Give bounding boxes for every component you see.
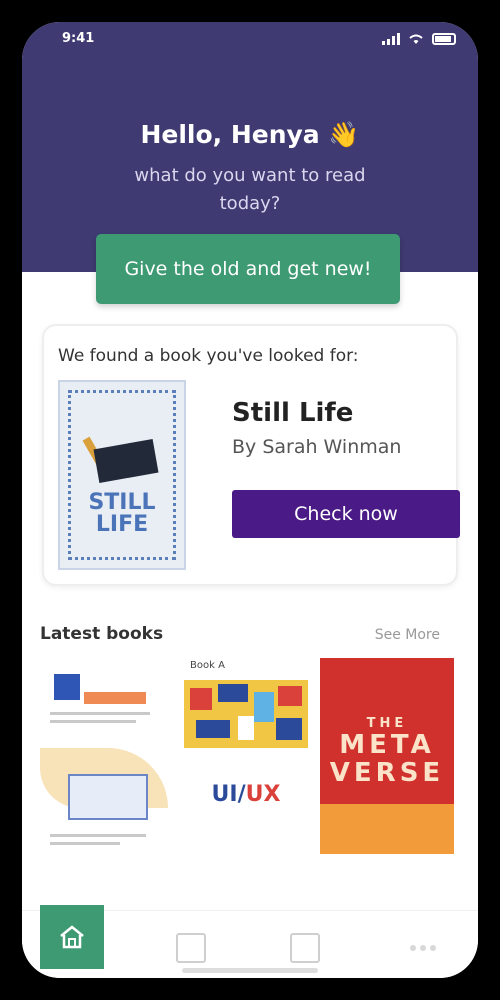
cover-heading: Book A bbox=[190, 660, 225, 671]
cover-title-meta: META bbox=[339, 730, 435, 760]
cover-text-line bbox=[50, 712, 150, 715]
status-icons bbox=[382, 33, 456, 45]
found-book-card[interactable]: We found a book you've looked for: STILL… bbox=[42, 324, 460, 586]
nav-book-tab[interactable] bbox=[176, 933, 206, 963]
greeting-title: Hello, Henya 👋 bbox=[140, 120, 360, 149]
latest-book-3[interactable]: THE META VERSE bbox=[320, 658, 454, 854]
wifi-icon bbox=[409, 34, 423, 44]
cover-graphic bbox=[84, 692, 146, 704]
found-card-title: We found a book you've looked for: bbox=[58, 346, 359, 366]
cover-text-line bbox=[50, 720, 136, 723]
wave-emoji-icon: 👋 bbox=[328, 120, 360, 149]
cover-graphic bbox=[54, 674, 80, 700]
status-bar: 9:41 bbox=[22, 22, 478, 58]
cover-artwork bbox=[184, 680, 308, 748]
latest-book-2[interactable]: Book A UI/UX bbox=[182, 658, 310, 854]
nav-more-tab[interactable] bbox=[408, 943, 438, 953]
cover-graphic bbox=[68, 774, 148, 820]
status-time: 9:41 bbox=[62, 31, 95, 46]
cover-text-line bbox=[50, 834, 146, 837]
promo-button[interactable]: Give the old and get new! bbox=[96, 234, 400, 304]
greeting-subtitle: what do you want to read today? bbox=[134, 165, 366, 214]
cover-artwork bbox=[320, 804, 454, 854]
home-icon bbox=[60, 925, 84, 949]
nav-doc-tab[interactable] bbox=[290, 933, 320, 963]
cover-title-text: UI/UX bbox=[211, 782, 281, 807]
see-more-link[interactable]: See More bbox=[375, 627, 440, 643]
latest-book-1[interactable] bbox=[40, 658, 168, 854]
battery-icon bbox=[432, 33, 456, 45]
more-icon bbox=[410, 945, 416, 951]
book-cover-still-life[interactable]: STILL LIFE bbox=[58, 380, 186, 570]
check-now-button[interactable]: Check now bbox=[232, 490, 460, 538]
phone-frame: 9:41 Hello, Henya 👋 what do you want to … bbox=[0, 0, 500, 1000]
signal-icon bbox=[382, 33, 400, 45]
cover-title-text: STILL LIFE bbox=[88, 490, 156, 537]
app-screen: 9:41 Hello, Henya 👋 what do you want to … bbox=[22, 22, 478, 978]
book-author: By Sarah Winman bbox=[232, 436, 402, 458]
cover-text-line bbox=[50, 842, 120, 845]
cover-title-the: THE bbox=[366, 716, 408, 731]
book-title: Still Life bbox=[232, 398, 354, 428]
home-indicator bbox=[182, 968, 318, 973]
nav-home-tab[interactable] bbox=[40, 905, 104, 969]
cover-title-verse: VERSE bbox=[329, 758, 445, 788]
latest-books-title: Latest books bbox=[40, 624, 164, 644]
